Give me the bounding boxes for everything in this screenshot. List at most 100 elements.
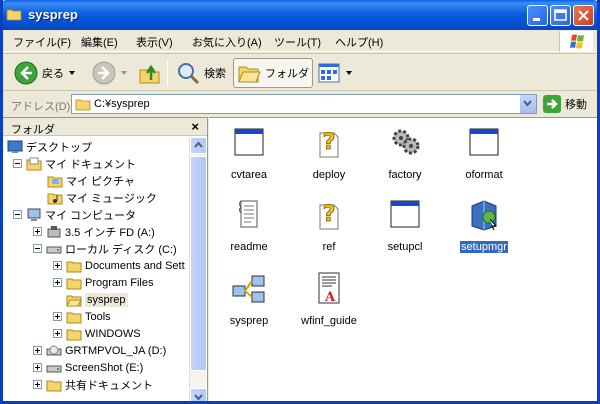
- my-documents-icon: [26, 157, 42, 170]
- file-name: deploy: [312, 169, 346, 181]
- file-item[interactable]: ? ref: [291, 196, 367, 253]
- file-item[interactable]: cvtarea: [211, 124, 287, 181]
- scroll-up-button[interactable]: [190, 137, 207, 154]
- folder-pane: フォルダ × デスクトップ マイ ドキュメント マイ ピクチャ マイ ミュージッ…: [3, 117, 208, 401]
- tree-item-tools[interactable]: Tools: [53, 308, 111, 325]
- menu-help[interactable]: ヘルプ(H): [335, 34, 383, 50]
- search-button[interactable]: 検索: [173, 58, 229, 88]
- expand-toggle[interactable]: [33, 346, 42, 355]
- chevron-down-icon[interactable]: [68, 70, 76, 76]
- file-name: ref: [322, 241, 336, 253]
- go-arrow-icon: [543, 95, 561, 113]
- up-folder-button[interactable]: [135, 58, 165, 88]
- tree-item-my-computer[interactable]: マイ コンピュータ: [13, 206, 136, 223]
- file-name: readme: [230, 241, 268, 253]
- address-dropdown[interactable]: [519, 95, 536, 113]
- tree-item-documents-and-settings[interactable]: Documents and Sett: [53, 257, 185, 274]
- collapse-toggle[interactable]: [13, 159, 22, 168]
- file-name: sysprep: [229, 315, 269, 327]
- folders-button[interactable]: フォルダ: [233, 58, 313, 88]
- pdf-document-icon: A: [318, 272, 340, 305]
- tree-item-my-pictures[interactable]: マイ ピクチャ: [47, 172, 135, 189]
- views-button[interactable]: [314, 58, 356, 88]
- network-computers-icon: [232, 275, 265, 303]
- collapse-toggle[interactable]: [13, 210, 22, 219]
- tree-item-windows[interactable]: WINDOWS: [53, 325, 141, 342]
- file-item[interactable]: ? deploy: [291, 124, 367, 181]
- application-window-icon: [234, 128, 264, 156]
- chevron-down-icon[interactable]: [120, 70, 128, 76]
- file-item[interactable]: factory: [367, 124, 443, 181]
- toolbar-separator: [167, 60, 168, 86]
- tree-item-local-disk-c[interactable]: ローカル ディスク (C:): [33, 240, 177, 257]
- title-bar[interactable]: sysprep: [3, 0, 597, 30]
- folder-open-icon: [66, 295, 82, 306]
- tree-item-label: Tools: [85, 310, 111, 323]
- file-item[interactable]: sysprep: [211, 270, 287, 327]
- window-title: sysprep: [28, 7, 78, 22]
- toolbar-separator: [309, 60, 310, 86]
- chevron-down-icon[interactable]: [345, 70, 353, 76]
- file-item-selected[interactable]: setupmgr: [446, 196, 522, 253]
- forward-button[interactable]: [89, 58, 131, 88]
- help-file-icon: ?: [319, 130, 339, 158]
- tree-item-label: Program Files: [85, 276, 154, 289]
- address-value: C:¥sysprep: [94, 98, 150, 110]
- folder-icon: [6, 9, 22, 21]
- expand-toggle[interactable]: [53, 278, 62, 287]
- folder-icon: [66, 261, 82, 272]
- folder-icon: [46, 380, 62, 391]
- file-item[interactable]: A wfinf_guide: [291, 270, 367, 327]
- back-button[interactable]: 戻る: [11, 58, 79, 88]
- up-folder-icon: [139, 64, 160, 84]
- tree-item-label: Documents and Sett: [85, 259, 185, 272]
- expand-toggle[interactable]: [53, 329, 62, 338]
- expand-toggle[interactable]: [53, 312, 62, 321]
- close-icon[interactable]: ×: [191, 119, 199, 134]
- folder-icon: [66, 278, 82, 289]
- minimize-button[interactable]: [527, 5, 548, 26]
- tree-item-label: GRTMPVOL_JA (D:): [65, 344, 167, 357]
- menu-file[interactable]: ファイル(F): [13, 34, 71, 50]
- forward-arrow-icon: [92, 61, 116, 85]
- address-input[interactable]: C:¥sysprep: [71, 94, 537, 114]
- tree-item-floppy[interactable]: 3.5 インチ FD (A:): [33, 223, 155, 240]
- toolbar: 戻る 検索 フォルダ: [3, 53, 597, 91]
- tree-item-my-documents[interactable]: マイ ドキュメント: [13, 155, 136, 172]
- tree-item-label: マイ ミュージック: [66, 192, 157, 205]
- menu-favorites[interactable]: お気に入り(A): [192, 34, 262, 50]
- scroll-down-button[interactable]: [190, 388, 207, 401]
- file-name: wfinf_guide: [301, 315, 357, 327]
- tree-item-cd-drive-d[interactable]: GRTMPVOL_JA (D:): [33, 342, 166, 359]
- file-item[interactable]: setupcl: [367, 196, 443, 253]
- collapse-toggle[interactable]: [33, 244, 42, 253]
- expand-toggle[interactable]: [53, 261, 62, 270]
- tree-item-screenshot-e[interactable]: ScreenShot (E:): [33, 359, 143, 376]
- menu-edit[interactable]: 編集(E): [81, 34, 118, 50]
- file-item[interactable]: oformat: [446, 124, 522, 181]
- folder-icon: [66, 329, 82, 340]
- expand-toggle[interactable]: [33, 363, 42, 372]
- folder-tree-scrollbar[interactable]: [189, 137, 207, 401]
- menu-tools[interactable]: ツール(T): [274, 34, 321, 50]
- tree-item-desktop[interactable]: デスクトップ: [7, 138, 92, 155]
- scroll-thumb[interactable]: [190, 156, 207, 371]
- tree-item-shared-documents[interactable]: 共有ドキュメント: [33, 376, 153, 393]
- file-name: oformat: [465, 169, 503, 181]
- tree-item-sysprep[interactable]: sysprep: [66, 291, 128, 308]
- maximize-button[interactable]: [550, 5, 571, 26]
- file-list[interactable]: cvtarea ? deploy factory oformat readme …: [209, 117, 597, 401]
- close-button[interactable]: [573, 5, 594, 26]
- tree-item-program-files[interactable]: Program Files: [53, 274, 153, 291]
- go-button[interactable]: 移動: [543, 95, 587, 113]
- expand-toggle[interactable]: [33, 380, 42, 389]
- expand-toggle[interactable]: [33, 227, 42, 236]
- file-item[interactable]: readme: [211, 196, 287, 253]
- menu-view[interactable]: 表示(V): [136, 34, 173, 50]
- tree-item-my-music[interactable]: マイ ミュージック: [47, 189, 157, 206]
- windows-logo: [559, 31, 593, 52]
- tree-item-label: WINDOWS: [85, 327, 141, 340]
- cd-drive-icon: [46, 345, 62, 355]
- address-label: アドレス(D): [11, 101, 71, 113]
- tree-item-label: マイ ピクチャ: [66, 175, 135, 188]
